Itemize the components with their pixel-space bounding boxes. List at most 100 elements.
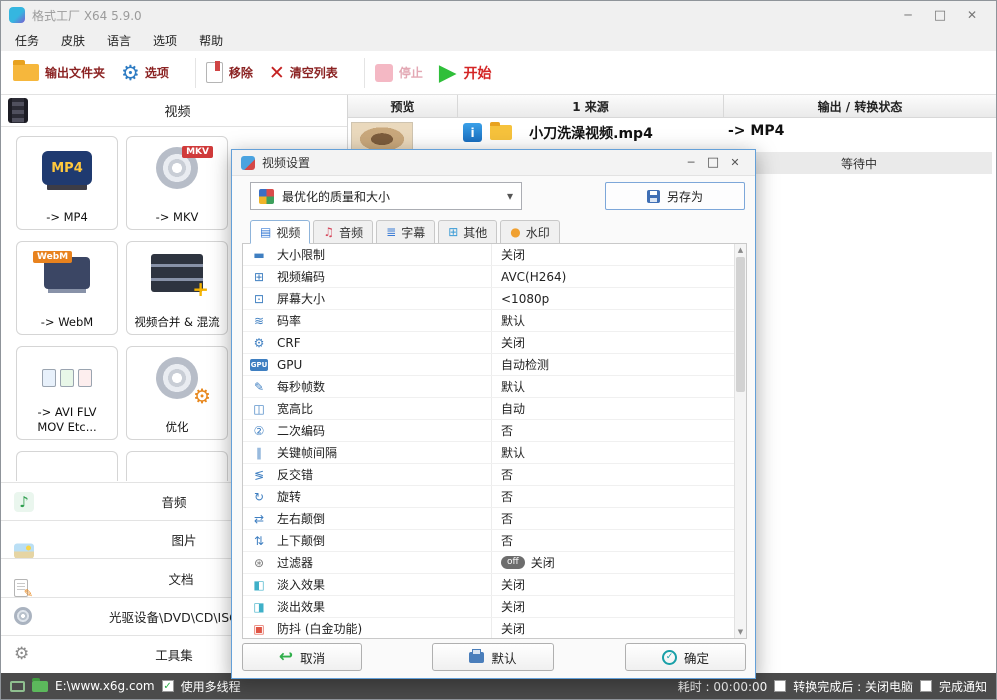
maximize-icon[interactable]: [924, 3, 956, 27]
menu-language[interactable]: 语言: [107, 32, 131, 49]
video-settings-table: ▬ 大小限制 关闭 ⊞ 视频编码 AVC(H264) ⊡ 屏幕大小 <1080p ≋ 码率 默认…: [242, 243, 747, 639]
clear-list-button[interactable]: 清空列表: [269, 62, 338, 84]
tile-mp4[interactable]: MP4 -> MP4: [16, 136, 118, 230]
cancel-arrow-icon: [279, 647, 293, 667]
music-note-icon: [14, 491, 34, 512]
stop-icon: [374, 63, 393, 82]
dialog-close-icon[interactable]: [724, 154, 746, 172]
settings-tabs: 视频 音频 字幕 其他 水印: [250, 220, 563, 244]
setting-row-video-encoder[interactable]: ⊞ 视频编码 AVC(H264): [243, 266, 746, 288]
output-path-folder-icon[interactable]: [32, 677, 48, 692]
tile-webm[interactable]: WebM -> WebM: [16, 241, 118, 335]
menu-tasks[interactable]: 任务: [15, 32, 39, 49]
tile-label: -> MP4: [46, 209, 88, 224]
setting-row-deinterlace[interactable]: ≶ 反交错否: [243, 464, 746, 486]
fade-out-icon: ◨: [253, 599, 265, 614]
tools-gear-icon: [14, 644, 29, 664]
tab-audio[interactable]: 音频: [313, 220, 374, 244]
setting-row-screen-size[interactable]: ⊡ 屏幕大小 <1080p: [243, 288, 746, 310]
off-toggle-badge[interactable]: off: [501, 556, 525, 569]
tile-partial[interactable]: [126, 451, 228, 481]
source-column-header: 1 来源: [458, 95, 724, 117]
setting-row-fade-out[interactable]: ◨ 淡出效果 关闭: [243, 596, 746, 618]
scroll-up-icon[interactable]: [735, 244, 746, 256]
chevron-down-icon: [507, 189, 513, 203]
tile-video-merge[interactable]: 视频合并 & 混流: [126, 241, 228, 335]
picture-icon: [14, 543, 34, 559]
scrollbar-thumb[interactable]: [736, 257, 745, 392]
setting-row-bitrate[interactable]: ≋ 码率 默认: [243, 310, 746, 332]
filmstack-icon: [151, 254, 203, 292]
setting-row-gpu[interactable]: GPU GPU 自动检测: [243, 354, 746, 376]
setting-row-size-limit[interactable]: ▬ 大小限制 关闭: [243, 244, 746, 266]
setting-row-filter[interactable]: ⊛ 过滤器 off 关闭: [243, 552, 746, 574]
fps-icon: ✎: [253, 379, 265, 394]
tile-partial[interactable]: [16, 451, 118, 481]
minimize-icon[interactable]: [892, 3, 924, 27]
tab-watermark[interactable]: 水印: [500, 220, 560, 244]
file-formats-icon: [42, 369, 92, 387]
save-as-button[interactable]: 另存为: [605, 182, 745, 210]
setting-row-rotate[interactable]: ↻ 旋转否: [243, 486, 746, 508]
setting-row-two-pass[interactable]: ② 二次编码否: [243, 420, 746, 442]
output-path[interactable]: E:\www.x6g.com: [55, 679, 155, 693]
ok-label: 确定: [683, 650, 709, 666]
stop-button[interactable]: 停止: [374, 63, 423, 82]
ok-button[interactable]: 确定: [625, 643, 746, 671]
tile-optimize[interactable]: 优化: [126, 346, 228, 440]
setting-row-crf[interactable]: ⚙ CRF 关闭: [243, 332, 746, 354]
video-section-header[interactable]: 视频: [1, 95, 347, 127]
fade-in-icon: ◧: [253, 577, 265, 592]
video-section-label: 视频: [164, 105, 191, 120]
menu-help[interactable]: 帮助: [199, 32, 223, 49]
multithread-label: 使用多线程: [180, 679, 241, 694]
scroll-down-icon[interactable]: [735, 626, 746, 638]
monitor-icon: [10, 680, 25, 692]
quality-profile-dropdown[interactable]: 最优化的质量和大小: [250, 182, 522, 210]
start-button[interactable]: 开始: [439, 60, 492, 86]
setting-row-fps[interactable]: ✎ 每秒帧数 默认: [243, 376, 746, 398]
setting-row-aspect-ratio[interactable]: ◫ 宽高比 自动: [243, 398, 746, 420]
mkv-badge: MKV: [182, 146, 213, 158]
default-icon: [469, 648, 485, 663]
setting-row-keyframe-interval[interactable]: ∥ 关键帧间隔 默认: [243, 442, 746, 464]
screen-size-icon: ⊡: [253, 291, 265, 306]
queue-header: 预览 1 来源 输出 / 转换状态: [348, 95, 996, 118]
setting-row-flip-horizontal[interactable]: ⇄ 左右颠倒否: [243, 508, 746, 530]
output-status-column-header: 输出 / 转换状态: [817, 99, 903, 114]
dialog-icon: [241, 155, 255, 170]
two-pass-icon: ②: [253, 423, 265, 438]
video-settings-dialog: 视频设置 最优化的质量和大小 另存为 视频 音频 字幕 其他: [231, 149, 756, 679]
cancel-button[interactable]: 取消: [242, 643, 362, 671]
mp4-badge: MP4: [51, 160, 83, 176]
dialog-minimize-icon[interactable]: [680, 154, 702, 172]
disc-icon: [14, 607, 32, 626]
title-bar: 格式工厂 X64 5.9.0: [1, 1, 996, 29]
tab-subtitle[interactable]: 字幕: [376, 220, 436, 244]
tile-label: -> MKV: [155, 209, 199, 224]
options-button[interactable]: 选项: [121, 61, 169, 85]
setting-row-stabilize[interactable]: ▣ 防抖 (白金功能) 关闭: [243, 618, 746, 638]
remove-page-icon: [205, 61, 223, 83]
tab-other[interactable]: 其他: [438, 220, 498, 244]
settings-scrollbar[interactable]: [734, 244, 746, 638]
arrow-text: ->: [728, 123, 746, 139]
shutdown-after-checkbox[interactable]: [774, 680, 787, 692]
remove-button[interactable]: 移除: [205, 61, 253, 83]
menu-skin[interactable]: 皮肤: [61, 32, 85, 49]
menu-options[interactable]: 选项: [153, 32, 177, 49]
crf-icon: ⚙: [253, 335, 265, 350]
setting-row-flip-vertical[interactable]: ⇅ 上下颠倒否: [243, 530, 746, 552]
notify-label: 完成通知: [938, 679, 987, 694]
tile-avi-flv-mov[interactable]: -> AVI FLV MOV Etc...: [16, 346, 118, 440]
status-badge: 等待中: [726, 152, 992, 174]
default-button[interactable]: 默认: [432, 643, 554, 671]
tile-mkv[interactable]: MKV -> MKV: [126, 136, 228, 230]
output-folder-button[interactable]: 输出文件夹: [13, 60, 105, 81]
tab-video[interactable]: 视频: [250, 220, 311, 244]
notify-checkbox[interactable]: [919, 680, 932, 692]
setting-row-fade-in[interactable]: ◧ 淡入效果 关闭: [243, 574, 746, 596]
close-icon[interactable]: [956, 3, 988, 27]
dialog-maximize-icon[interactable]: [702, 154, 724, 172]
multithread-checkbox[interactable]: [161, 680, 174, 692]
